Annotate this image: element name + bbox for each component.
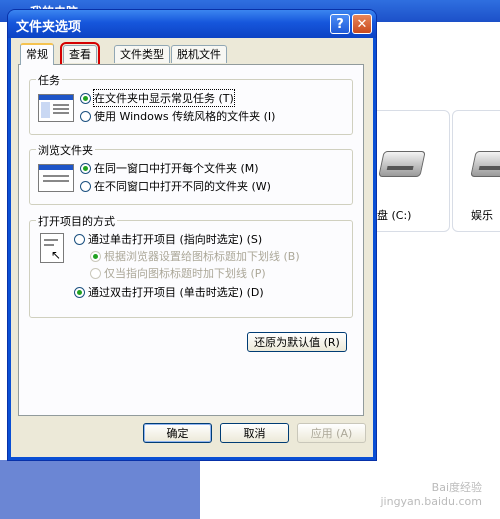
drive-entertainment-tile[interactable]: 娱乐	[452, 110, 500, 232]
new-window-option[interactable]: 在不同窗口中打开不同的文件夹 (W)	[80, 178, 271, 194]
tasks-group: 任务 在文件夹中显示常见任务 (T) 使用 Windows 传统风格的文件夹 (…	[29, 72, 353, 135]
radio-selected[interactable]	[80, 162, 91, 174]
radio-unselected[interactable]	[80, 110, 91, 122]
tab-view[interactable]: 查看	[60, 42, 100, 66]
dialog-body: 常规 查看 文件类型 脱机文件 任务 在文件夹中显示常见任务 (T) 使用 Wi…	[11, 38, 373, 457]
radio-unselected[interactable]	[80, 180, 91, 192]
explorer-content-pane	[375, 22, 500, 519]
folder-options-dialog: 文件夹选项 ? ✕ 常规 查看 文件类型 脱机文件 任务 在文件夹中显示常见任务…	[8, 10, 376, 460]
dialog-titlebar[interactable]: 文件夹选项 ? ✕	[8, 10, 376, 38]
open-items-group-title: 打开项目的方式	[36, 213, 117, 229]
help-button[interactable]: ?	[330, 14, 350, 34]
browse-folders-group: 浏览文件夹 在同一窗口中打开每个文件夹 (M) 在不同窗口中打开不同的文件夹 (…	[29, 142, 353, 205]
tab-general[interactable]: 常规	[20, 43, 54, 65]
radio-unselected[interactable]	[74, 233, 85, 245]
drive-entertainment-label: 娱乐	[471, 209, 493, 222]
hard-drive-icon	[470, 151, 500, 177]
same-window-option[interactable]: 在同一窗口中打开每个文件夹 (M)	[80, 160, 259, 176]
ok-button[interactable]: 确定	[143, 423, 212, 443]
single-click-label: 通过单击打开项目 (指向时选定) (S)	[88, 233, 263, 246]
underline-browser-option[interactable]: 根据浏览器设置给图标标题加下划线 (B)	[90, 248, 300, 264]
general-tab-panel: 任务 在文件夹中显示常见任务 (T) 使用 Windows 传统风格的文件夹 (…	[18, 64, 364, 416]
radio-disabled-selected[interactable]	[90, 250, 101, 262]
cancel-button[interactable]: 取消	[220, 423, 289, 443]
underline-browser-label: 根据浏览器设置给图标标题加下划线 (B)	[104, 250, 300, 263]
watermark-line-2: jingyan.baidu.com	[380, 495, 482, 508]
same-window-label: 在同一窗口中打开每个文件夹 (M)	[94, 162, 259, 175]
click-cursor-icon: ↖	[40, 233, 64, 263]
radio-selected[interactable]	[74, 286, 85, 298]
new-window-label: 在不同窗口中打开不同的文件夹 (W)	[94, 180, 271, 193]
browse-folders-group-title: 浏览文件夹	[36, 142, 95, 158]
classic-folders-option[interactable]: 使用 Windows 传统风格的文件夹 (I)	[80, 108, 275, 124]
underline-hover-label: 仅当指向图标标题时加下划线 (P)	[104, 267, 266, 280]
apply-button[interactable]: 应用 (A)	[297, 423, 366, 443]
open-items-group: 打开项目的方式 ↖ 通过单击打开项目 (指向时选定) (S) 根据浏览器设置给图…	[29, 213, 353, 318]
double-click-option[interactable]: 通过双击打开项目 (单击时选定) (D)	[74, 284, 264, 300]
close-button[interactable]: ✕	[352, 14, 372, 34]
close-icon: ✕	[356, 16, 368, 32]
window-illustration-icon	[38, 164, 74, 192]
watermark: Bai度经验 jingyan.baidu.com	[380, 481, 482, 509]
show-common-tasks-label: 在文件夹中显示常见任务 (T)	[93, 89, 235, 107]
dialog-title: 文件夹选项	[16, 20, 82, 35]
single-click-option[interactable]: 通过单击打开项目 (指向时选定) (S)	[74, 231, 262, 247]
tab-offline-files[interactable]: 脱机文件	[171, 45, 227, 63]
underline-hover-option[interactable]: 仅当指向图标标题时加下划线 (P)	[90, 265, 266, 281]
classic-folders-label: 使用 Windows 传统风格的文件夹 (I)	[94, 110, 276, 123]
double-click-label: 通过双击打开项目 (单击时选定) (D)	[88, 286, 264, 299]
drive-c-label: 盘 (C:)	[377, 209, 412, 222]
hard-drive-icon	[378, 151, 426, 177]
explorer-sidebar-bottom	[0, 460, 200, 519]
tasks-group-title: 任务	[36, 72, 62, 88]
show-common-tasks-option[interactable]: 在文件夹中显示常见任务 (T)	[80, 89, 235, 107]
help-icon: ?	[336, 16, 344, 32]
radio-disabled[interactable]	[90, 267, 101, 279]
task-pane-illustration-icon	[38, 94, 74, 122]
tab-file-types[interactable]: 文件类型	[114, 45, 170, 63]
watermark-line-1: Bai度经验	[431, 481, 482, 494]
radio-selected[interactable]	[80, 92, 91, 104]
restore-defaults-button[interactable]: 还原为默认值 (R)	[247, 332, 347, 352]
